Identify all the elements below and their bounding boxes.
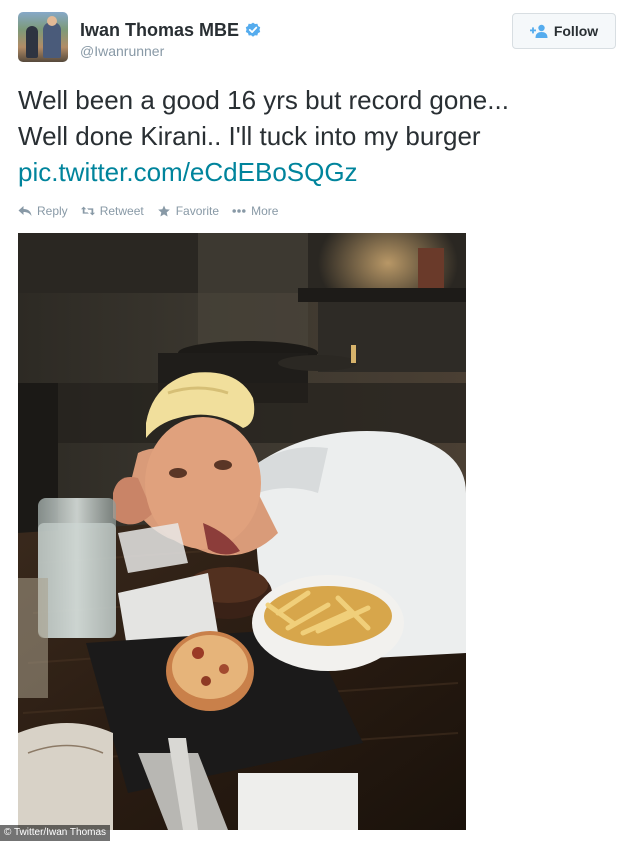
more-dots-icon — [232, 209, 246, 213]
tweet-photo[interactable] — [18, 233, 466, 830]
tweet-text: Well been a good 16 yrs but record gone.… — [18, 82, 618, 190]
retweet-icon — [80, 206, 95, 216]
user-name[interactable]: Iwan Thomas MBE — [80, 20, 239, 41]
reply-action[interactable]: Reply — [18, 204, 68, 218]
photo-illustration — [18, 233, 466, 830]
avatar[interactable] — [18, 12, 68, 62]
more-action[interactable]: More — [232, 204, 278, 218]
favorite-label: Favorite — [175, 204, 220, 218]
tweet-header: Iwan Thomas MBE @Iwanrunner Follow — [18, 12, 616, 64]
star-icon — [157, 205, 170, 217]
favorite-action[interactable]: Favorite — [157, 204, 219, 218]
user-name-row[interactable]: Iwan Thomas MBE — [80, 19, 261, 41]
follow-button-label: Follow — [553, 23, 599, 39]
reply-icon — [18, 206, 32, 216]
retweet-action[interactable]: Retweet — [80, 204, 144, 218]
tweet-text-line: Well been a good 16 yrs but record gone.… — [18, 85, 509, 115]
retweet-label: Retweet — [99, 204, 144, 218]
reply-label: Reply — [37, 204, 68, 218]
photo-credit: © Twitter/Iwan Thomas — [0, 825, 111, 841]
add-user-icon — [529, 24, 548, 38]
follow-button[interactable]: Follow — [512, 13, 616, 49]
user-handle[interactable]: @Iwanrunner — [80, 43, 164, 59]
verified-badge-icon — [245, 22, 261, 37]
tweet-photo-link[interactable]: pic.twitter.com/eCdEBoSQGz — [18, 154, 618, 190]
tweet-text-line: Well done Kirani.. I'll tuck into my bur… — [18, 121, 481, 151]
more-label: More — [251, 204, 279, 218]
tweet-actions: Reply Retweet Favorite More — [18, 204, 278, 218]
